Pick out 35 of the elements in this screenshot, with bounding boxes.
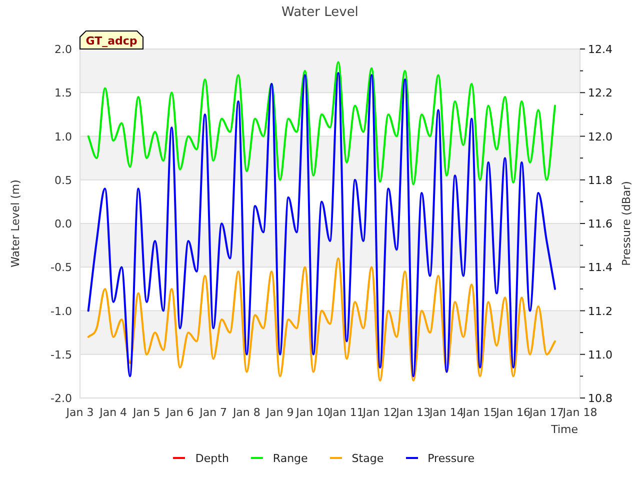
x-tick-label: Jan 3 xyxy=(66,406,94,419)
chart-title: Water Level xyxy=(282,4,358,20)
x-tick-label: Jan 9 xyxy=(266,406,294,419)
y-tick-label: 12.4 xyxy=(588,43,612,56)
y-tick-label: 11.4 xyxy=(588,261,612,274)
legend-label: Stage xyxy=(352,452,384,464)
y-tick-label: 1.5 xyxy=(54,86,72,100)
station-tag: GT_adcp xyxy=(80,30,144,50)
y-tick-label: 2.0 xyxy=(54,43,72,56)
x-tick-label: Jan 6 xyxy=(166,406,194,419)
x-tick-label: Jan 4 xyxy=(100,406,128,419)
y-tick-label: -0.5 xyxy=(50,261,72,274)
legend-label: Range xyxy=(272,452,308,464)
y-tick-label: 11.8 xyxy=(588,174,612,187)
y-axis-title: Water Level (m) xyxy=(9,180,22,268)
y-tick-label: -1.0 xyxy=(50,304,72,318)
y-tick-label: 11.6 xyxy=(588,218,612,230)
y-tick-label: 1.0 xyxy=(54,130,72,144)
y-tick-label: 11.0 xyxy=(588,348,612,362)
y-tick-label: -1.5 xyxy=(50,348,72,362)
x-tick-label: Jan 7 xyxy=(200,406,228,419)
y-tick-label: 10.8 xyxy=(588,392,612,405)
y-tick-label: 12.2 xyxy=(588,86,612,100)
x-axis-title: Time xyxy=(551,423,578,436)
y-tick-label: -2.0 xyxy=(50,392,72,405)
y-axis-title: Pressure (dBar) xyxy=(620,181,633,266)
legend-label: Depth xyxy=(195,452,229,464)
x-tick-label: Jan 18 xyxy=(562,406,598,419)
x-tick-label: Jan 5 xyxy=(132,406,160,419)
x-tick-label: Jan 8 xyxy=(232,406,260,419)
y-tick-label: 11.2 xyxy=(588,304,612,318)
y-tick-label: 0.5 xyxy=(54,174,72,187)
y-tick-label: 0.0 xyxy=(54,218,72,230)
legend-label: Pressure xyxy=(428,452,475,464)
y-tick-label: 12.0 xyxy=(588,130,612,144)
